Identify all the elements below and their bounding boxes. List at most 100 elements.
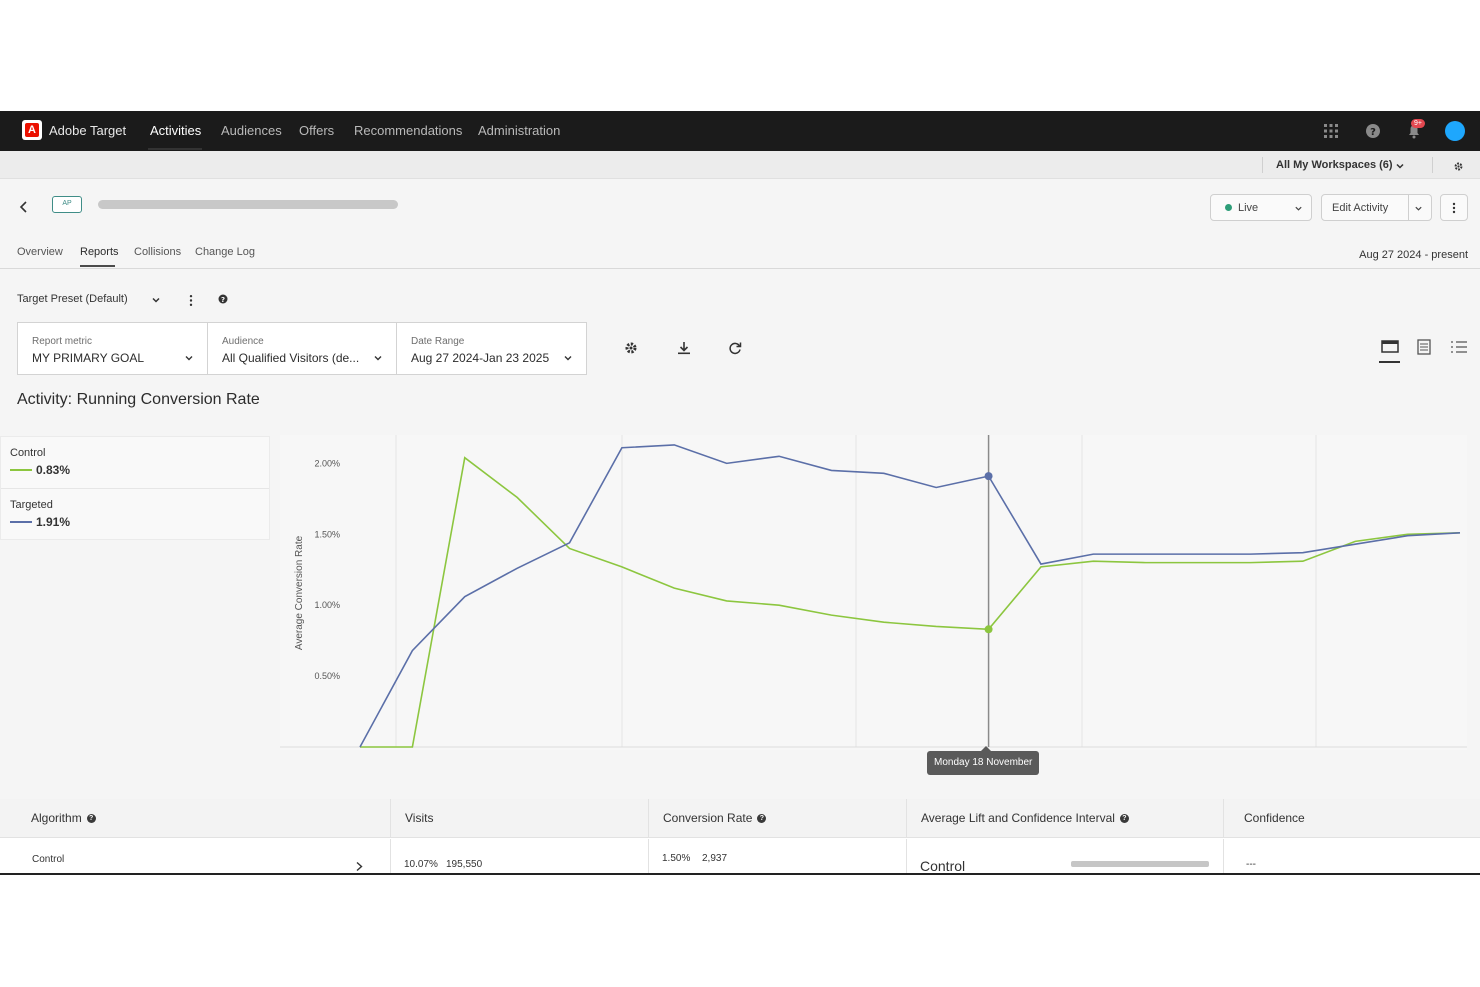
activity-type-badge: AP	[52, 196, 82, 213]
report-table-icon[interactable]	[1414, 338, 1434, 356]
tab-active-indicator	[80, 265, 115, 267]
y-tick-label: 1.00%	[314, 600, 340, 610]
svg-text:?: ?	[1370, 127, 1376, 138]
legend-name: Control	[10, 447, 46, 459]
date-range-label: Date Range	[411, 336, 465, 347]
activity-title-redacted	[98, 200, 398, 209]
audience-value: All Qualified Visitors (de...	[222, 351, 360, 365]
tab-collisions[interactable]: Collisions	[134, 246, 181, 258]
chevron-right-icon[interactable]	[355, 861, 364, 872]
y-axis-label: Average Conversion Rate	[294, 535, 305, 650]
settings-gear-icon[interactable]	[623, 340, 639, 356]
more-options-button[interactable]	[1440, 194, 1468, 221]
report-filters: Report metric MY PRIMARY GOAL Audience A…	[17, 322, 587, 375]
nav-activities[interactable]: Activities	[150, 123, 201, 138]
status-label: Live	[1238, 201, 1259, 214]
confidence-value: ---	[1246, 859, 1256, 870]
column-header-lift[interactable]: Average Lift and Confidence Interval?	[907, 799, 1224, 838]
lift-label: Control	[920, 858, 966, 874]
divider	[1, 488, 269, 489]
y-tick-label: 2.00%	[314, 458, 340, 468]
visits-percent: 10.07%	[404, 859, 438, 870]
legend-item-targeted[interactable]: Targeted 1.91%	[10, 499, 70, 529]
tab-change-log[interactable]: Change Log	[195, 246, 255, 258]
chevron-down-icon	[374, 356, 382, 361]
gear-icon[interactable]	[1453, 161, 1464, 172]
top-nav: A Adobe Target Activities Audiences Offe…	[0, 111, 1480, 151]
nav-active-indicator	[148, 148, 202, 150]
chevron-down-icon[interactable]	[151, 295, 161, 305]
header-label: Average Lift and Confidence Interval	[921, 811, 1115, 825]
chart-title: Activity: Running Conversion Rate	[17, 391, 260, 408]
workspace-selector[interactable]: All My Workspaces (6)	[1276, 159, 1393, 171]
list-view-icon[interactable]	[1449, 338, 1469, 356]
help-icon[interactable]: ?	[1119, 813, 1129, 823]
nav-recommendations[interactable]: Recommendations	[354, 123, 462, 138]
header-label: Conversion Rate	[663, 811, 753, 825]
divider	[0, 268, 1480, 269]
report-metric-selector[interactable]: Report metric MY PRIMARY GOAL	[18, 323, 208, 374]
chevron-down-icon[interactable]	[1414, 204, 1423, 213]
legend-item-control[interactable]: Control 0.83%	[10, 447, 70, 477]
row-algorithm-name: Control	[32, 854, 65, 865]
chevron-down-icon[interactable]	[1395, 161, 1405, 171]
more-vertical-icon[interactable]	[188, 294, 194, 307]
lift-cell: Control	[907, 839, 1224, 875]
divider	[1262, 157, 1263, 173]
confidence-cell: ---	[1224, 839, 1480, 875]
chart-tooltip: Monday 18 November	[927, 751, 1040, 775]
y-tick-label: 0.50%	[314, 671, 340, 681]
download-icon[interactable]	[676, 340, 692, 356]
conversion-rate-value: 1.50%	[662, 853, 691, 864]
column-header-algorithm[interactable]: Algorithm?	[0, 799, 391, 838]
nav-audiences[interactable]: Audiences	[221, 123, 282, 138]
confidence-interval-bar	[1071, 861, 1209, 867]
header-label: Visits	[405, 811, 434, 825]
edit-activity-button[interactable]: Edit Activity	[1321, 194, 1432, 221]
audience-selector[interactable]: Audience All Qualified Visitors (de...	[208, 323, 397, 374]
tab-overview[interactable]: Overview	[17, 246, 63, 258]
workspace-bar: All My Workspaces (6)	[0, 151, 1480, 179]
refresh-icon[interactable]	[727, 340, 743, 356]
adobe-logo-icon[interactable]: A	[22, 120, 42, 140]
status-dropdown[interactable]: Live	[1210, 194, 1312, 221]
legend-value: 1.91%	[36, 515, 71, 529]
date-range-value: Aug 27 2024-Jan 23 2025	[411, 351, 550, 365]
view-active-indicator	[1379, 361, 1400, 363]
app-name[interactable]: Adobe Target	[49, 123, 126, 138]
date-range-selector[interactable]: Date Range Aug 27 2024-Jan 23 2025	[397, 323, 586, 374]
table-row[interactable]: Control	[0, 839, 391, 875]
apps-grid-icon[interactable]	[1322, 122, 1340, 140]
notification-badge: 9+	[1411, 119, 1425, 128]
window-border	[0, 873, 1480, 875]
divider	[1408, 195, 1409, 220]
back-arrow-icon[interactable]	[16, 199, 32, 215]
help-icon[interactable]: ?	[86, 813, 96, 823]
help-icon[interactable]: ?	[218, 294, 228, 304]
column-header-confidence[interactable]: Confidence	[1224, 799, 1480, 838]
edit-activity-label: Edit Activity	[1332, 201, 1389, 214]
graph-view-icon[interactable]	[1380, 338, 1400, 356]
y-tick-label: 1.50%	[314, 529, 340, 539]
conversion-rate-chart[interactable]: 2.00% 1.50% 1.00% 0.50% Average Conversion …	[280, 435, 1467, 750]
nav-offers[interactable]: Offers	[299, 123, 334, 138]
activity-header: AP Live Edit Activity Overview Reports C…	[0, 179, 1480, 269]
column-header-visits[interactable]: Visits	[391, 799, 649, 838]
report-preset-selector[interactable]: Target Preset (Default)	[17, 293, 128, 305]
report-metric-label: Report metric	[32, 336, 93, 347]
help-icon[interactable]: ?	[1364, 122, 1382, 140]
nav-administration[interactable]: Administration	[478, 123, 560, 138]
help-icon[interactable]: ?	[757, 813, 767, 823]
avatar[interactable]	[1445, 121, 1465, 141]
tab-reports[interactable]: Reports	[80, 246, 119, 258]
conversions-count: 2,937	[702, 853, 728, 864]
activity-date-range: Aug 27 2024 - present	[1359, 249, 1468, 261]
legend-swatch	[10, 521, 32, 523]
visits-cell: 10.07% 195,550	[391, 839, 649, 875]
legend-value: 0.83%	[36, 463, 71, 477]
results-table: Algorithm? Visits Conversion Rate? Avera…	[0, 799, 1480, 875]
legend-name: Targeted	[10, 499, 53, 511]
column-header-conversion-rate[interactable]: Conversion Rate?	[649, 799, 907, 838]
header-label: Confidence	[1244, 811, 1305, 825]
chevron-down-icon	[185, 356, 193, 361]
